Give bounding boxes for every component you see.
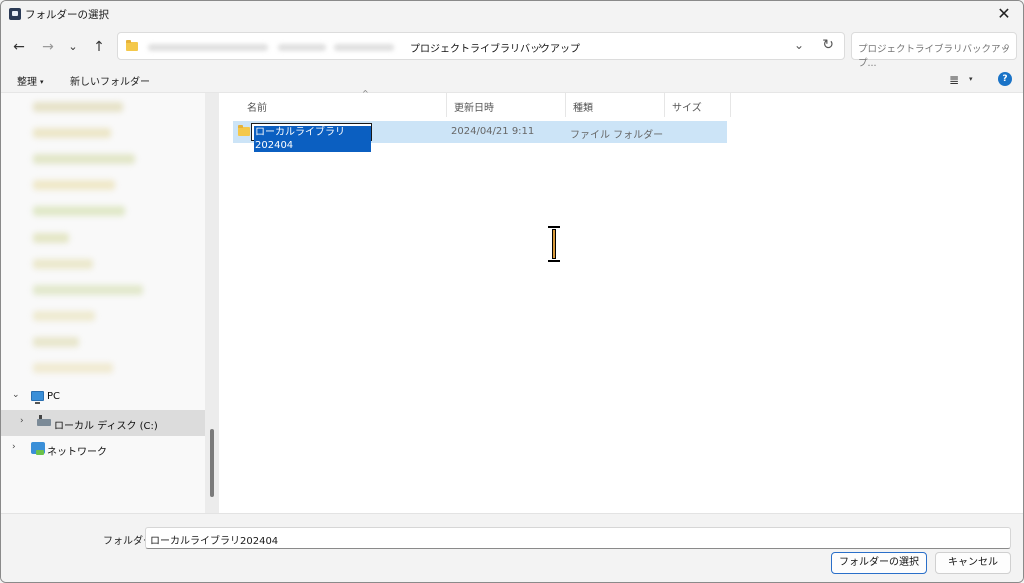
search-box[interactable]: プロジェクトライブラリバックアップ... ⌕	[851, 32, 1017, 69]
select-folder-button[interactable]: フォルダーの選択	[831, 552, 927, 574]
up-arrow-icon[interactable]: ↑	[89, 37, 109, 57]
chevron-right-icon[interactable]: ›	[20, 416, 24, 426]
blurred-tree-item	[33, 363, 113, 373]
cursor-cap	[548, 260, 560, 262]
scrollbar-thumb[interactable]	[210, 429, 214, 497]
window-title: フォルダーの選択	[25, 9, 109, 21]
blurred-breadcrumb	[148, 44, 268, 51]
network-icon	[31, 442, 45, 455]
command-bar: 整理 ▾ 新しいフォルダー ≣ ▾ ?	[1, 67, 1023, 93]
tree-item-pc[interactable]: ⌄ PC	[1, 384, 205, 410]
recent-locations-chevron-icon[interactable]: ⌄	[63, 37, 83, 57]
blurred-tree-item	[33, 102, 123, 112]
tree-item-local-disk[interactable]: › ローカル ディスク (C:)	[1, 410, 205, 436]
back-arrow-icon[interactable]: ←	[9, 37, 29, 57]
blurred-tree-item	[33, 337, 79, 347]
column-header-modified[interactable]: 更新日時	[447, 93, 566, 117]
blurred-tree-item	[33, 180, 115, 190]
blurred-tree-item	[33, 206, 125, 216]
help-icon[interactable]: ?	[998, 72, 1012, 86]
chevron-right-icon[interactable]: ›	[12, 442, 16, 452]
search-icon[interactable]: ⌕	[1003, 39, 1010, 54]
column-header-size[interactable]: サイズ	[665, 93, 731, 117]
folder-icon	[238, 125, 250, 136]
blurred-tree-item	[33, 259, 93, 269]
app-icon	[9, 8, 21, 20]
file-type: ファイル フォルダー	[570, 130, 664, 141]
text-cursor-icon	[548, 226, 560, 262]
blurred-breadcrumb	[278, 44, 326, 51]
navigation-pane-scrollbar[interactable]	[205, 93, 219, 513]
breadcrumb-chevron-icon[interactable]: ›	[538, 39, 542, 52]
rename-field[interactable]: ローカルライブラリ202404	[251, 123, 372, 152]
column-header-type[interactable]: 種類	[566, 93, 665, 117]
column-header-name[interactable]: 名前 ^	[240, 89, 447, 117]
dialog-footer: フォルダー: ローカルライブラリ202404 フォルダーの選択 キャンセル	[1, 513, 1023, 582]
navigation-bar: ← → ⌄ ↑ プロジェクトライブラリバックアップ › ⌄ ↻ プロジェクトライ…	[1, 27, 1023, 69]
refresh-icon[interactable]: ↻	[822, 37, 834, 53]
blurred-tree-item	[33, 233, 69, 243]
organize-menu[interactable]: 整理 ▾	[17, 73, 44, 88]
drive-icon	[37, 415, 51, 426]
folder-picker-dialog: フォルダーの選択 ✕ ← → ⌄ ↑ プロジェクトライブラリバックアップ › ⌄…	[0, 0, 1024, 583]
caret-down-icon[interactable]: ▾	[969, 75, 973, 83]
breadcrumb-current[interactable]: プロジェクトライブラリバックアップ	[410, 40, 580, 55]
cancel-button[interactable]: キャンセル	[935, 552, 1011, 574]
title-bar: フォルダーの選択 ✕	[1, 1, 1023, 27]
folder-name-input[interactable]: ローカルライブラリ202404	[145, 527, 1011, 549]
tree-label-pc: PC	[47, 391, 61, 402]
file-modified: 2024/04/21 9:11	[451, 126, 535, 137]
forward-arrow-icon[interactable]: →	[38, 37, 58, 57]
file-list: 名前 ^ 更新日時 種類 サイズ ローカルライブラリ202404 2024/04…	[219, 89, 1023, 513]
organize-label: 整理	[17, 77, 37, 88]
column-header-name-label: 名前	[247, 103, 267, 114]
chevron-down-icon[interactable]: ⌄	[12, 390, 20, 400]
address-bar[interactable]: プロジェクトライブラリバックアップ › ⌄ ↻	[117, 32, 845, 60]
sort-ascending-icon: ^	[362, 89, 369, 98]
blurred-tree-item	[33, 128, 111, 138]
table-row[interactable]: ローカルライブラリ202404 2024/04/21 9:11 ファイル フォル…	[233, 121, 727, 152]
close-icon[interactable]: ✕	[993, 3, 1015, 25]
rename-field-text: ローカルライブラリ202404	[254, 126, 371, 152]
tree-label-network: ネットワーク	[47, 447, 107, 458]
view-options-icon[interactable]: ≣	[949, 73, 959, 87]
blurred-tree-item	[33, 311, 95, 321]
chevron-down-icon[interactable]: ⌄	[794, 38, 804, 52]
new-folder-button[interactable]: 新しいフォルダー	[70, 73, 150, 88]
navigation-pane: ⌄ PC › ローカル ディスク (C:) › ネットワーク	[1, 93, 219, 513]
cursor-cap	[548, 226, 560, 228]
search-placeholder: プロジェクトライブラリバックアップ...	[858, 44, 1011, 69]
blurred-tree-item	[33, 154, 135, 164]
cursor-bar	[552, 229, 556, 259]
caret-down-icon: ▾	[40, 78, 44, 86]
computer-icon	[31, 391, 44, 404]
folder-icon	[126, 40, 138, 51]
blurred-breadcrumb	[334, 44, 394, 51]
tree-label-local-disk: ローカル ディスク (C:)	[54, 421, 158, 432]
tree-item-network[interactable]: › ネットワーク	[1, 436, 205, 462]
blurred-tree-item	[33, 285, 143, 295]
